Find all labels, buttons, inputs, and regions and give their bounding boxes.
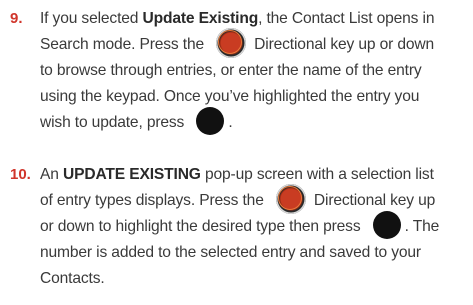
step-number: 10.	[10, 166, 31, 183]
directional-key-icon	[216, 28, 247, 58]
ok-key-icon	[196, 106, 225, 135]
screen-name: UPDATE EXISTING	[62, 166, 201, 183]
step-text: If you selected Update Existing, the Con…	[40, 6, 470, 136]
text-line: If you selected Update Existing, the Con…	[40, 10, 435, 27]
text-line: number is added to the selected entry an…	[40, 244, 421, 261]
option-name: Update Existing	[142, 10, 259, 27]
text-line: wish to update, press .	[40, 106, 470, 136]
text-line: Contacts.	[40, 270, 105, 287]
text-line: to browse through entries, or enter the …	[40, 62, 422, 79]
step-text: An UPDATE EXISTING pop-up screen with a …	[40, 162, 470, 292]
directional-key-icon	[275, 184, 306, 214]
text-line: Search mode. Press the Directional key u…	[40, 28, 470, 58]
text-line: using the keypad. Once you’ve highlighte…	[40, 88, 420, 105]
step-number: 9.	[10, 10, 23, 27]
text-line: or down to highlight the desired type th…	[40, 210, 470, 240]
ok-key-icon	[372, 210, 401, 239]
text-line: of entry types displays. Press the Direc…	[40, 184, 470, 214]
text-line: An UPDATE EXISTING pop-up screen with a …	[40, 166, 434, 183]
